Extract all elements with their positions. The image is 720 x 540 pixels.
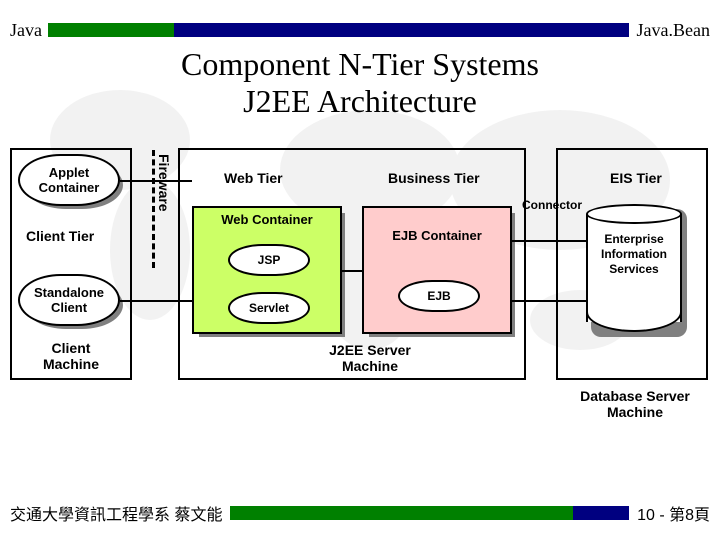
footer-left-text: 交通大學資訊工程學系 蔡文能: [10, 501, 222, 525]
header-right-text: Java.Bean: [637, 20, 710, 41]
db-machine-label: Database Server Machine: [560, 388, 710, 420]
server-machine-label: J2EE Server Machine: [300, 342, 440, 374]
diagram-stage: Applet Container Client Tier Standalone …: [0, 140, 720, 430]
firewall-line-icon: [152, 150, 155, 268]
ejb-container-box: EJB Container EJB: [362, 206, 512, 334]
line-applet-web: [120, 180, 192, 182]
jsp-node: JSP: [228, 244, 310, 276]
header-left-text: Java: [10, 20, 42, 41]
client-tier-label: Client Tier: [26, 228, 94, 244]
firewall-label: Fireware: [156, 154, 172, 212]
slide-footer: 交通大學資訊工程學系 蔡文能 10 - 第8頁: [10, 502, 710, 524]
client-machine-label: Client Machine: [28, 340, 114, 372]
eis-cylinder-label: Enterprise Information Services: [590, 232, 678, 277]
footer-right-text: 10 - 第8頁: [637, 501, 710, 525]
ejb-container-label: EJB Container: [364, 228, 510, 243]
jsp-label: JSP: [258, 253, 281, 267]
web-container-label: Web Container: [194, 212, 340, 227]
header-bar-green: [48, 23, 174, 37]
footer-bar-green: [230, 506, 573, 520]
slide-header: Java Java.Bean: [10, 18, 710, 42]
header-bar-navy: [174, 23, 629, 37]
connector-label: Connector: [522, 198, 582, 212]
web-container-box: Web Container JSP Servlet: [192, 206, 342, 334]
applet-container-label: Applet Container: [20, 165, 118, 195]
title-line-1: Component N-Tier Systems: [0, 46, 720, 83]
standalone-client-label: Standalone Client: [20, 285, 118, 315]
applet-container-node: Applet Container: [18, 154, 120, 206]
eis-tier-label: EIS Tier: [610, 170, 662, 186]
web-tier-label: Web Tier: [224, 170, 283, 186]
line-ejb-eis-bot: [512, 300, 586, 302]
ejb-node: EJB: [398, 280, 480, 312]
servlet-node: Servlet: [228, 292, 310, 324]
line-standalone-web: [120, 300, 192, 302]
footer-bar-navy: [573, 506, 629, 520]
business-tier-label: Business Tier: [388, 170, 480, 186]
title-line-2: J2EE Architecture: [0, 83, 720, 120]
line-ejb-eis-top: [512, 240, 586, 242]
servlet-label: Servlet: [249, 301, 289, 315]
line-web-ejb: [342, 270, 362, 272]
slide-title: Component N-Tier Systems J2EE Architectu…: [0, 46, 720, 120]
standalone-client-node: Standalone Client: [18, 274, 120, 326]
ejb-label: EJB: [427, 289, 450, 303]
eis-cylinder-icon: Enterprise Information Services: [586, 204, 682, 332]
